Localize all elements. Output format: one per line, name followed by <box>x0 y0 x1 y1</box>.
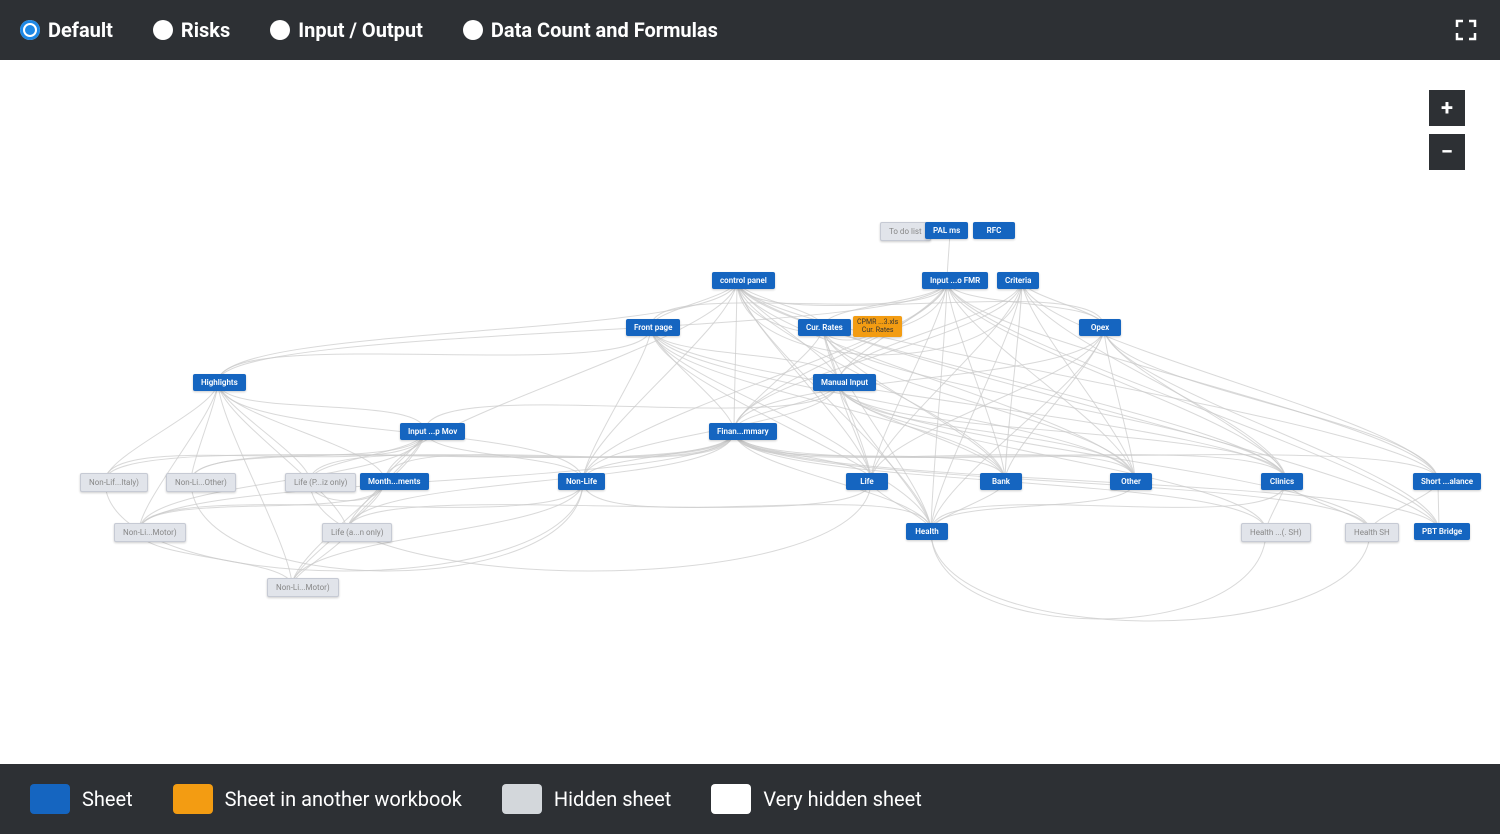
node-nonlimotor2[interactable]: Non-Li...Motor) <box>267 578 339 597</box>
legend-item-sheet: Sheet <box>30 784 133 814</box>
node-life[interactable]: Life <box>846 473 888 490</box>
zoom-in-button[interactable]: + <box>1429 90 1465 126</box>
node-currates[interactable]: Cur. Rates <box>798 319 851 336</box>
node-clinics[interactable]: Clinics <box>1261 473 1303 490</box>
node-todo[interactable]: To do list <box>880 222 931 241</box>
node-rfc[interactable]: RFC <box>973 222 1015 239</box>
node-nonlimotor[interactable]: Non-Li...Motor) <box>114 523 186 542</box>
legend-label: Sheet <box>82 787 133 811</box>
legend-label: Sheet in another workbook <box>225 787 462 811</box>
node-other[interactable]: Other <box>1110 473 1152 490</box>
view-option-label: Data Count and Formulas <box>491 18 718 42</box>
legend-item-very-hidden: Very hidden sheet <box>711 784 921 814</box>
node-highlights[interactable]: Highlights <box>193 374 246 391</box>
view-option-label: Default <box>48 18 113 42</box>
view-mode-radio-group: Default Risks Input / Output Data Count and… <box>20 18 718 42</box>
zoom-out-button[interactable]: − <box>1429 134 1465 170</box>
fullscreen-button[interactable] <box>1452 16 1480 44</box>
node-nonlfitaly[interactable]: Non-Lif...Italy) <box>80 473 148 492</box>
node-lifeponly[interactable]: Life (P...iz only) <box>285 473 356 492</box>
radio-icon <box>153 20 173 40</box>
node-monthments[interactable]: Month...ments <box>360 473 429 490</box>
node-frontpage[interactable]: Front page <box>626 319 680 336</box>
node-control[interactable]: control panel <box>712 272 775 289</box>
legend-swatch <box>502 784 542 814</box>
node-manual[interactable]: Manual Input <box>813 374 876 391</box>
view-option-default[interactable]: Default <box>20 18 113 42</box>
node-healthsh[interactable]: Health SH <box>1345 523 1399 542</box>
expand-icon <box>1454 18 1478 42</box>
radio-icon <box>463 20 483 40</box>
legend-bar: Sheet Sheet in another workbook Hidden she… <box>0 764 1500 834</box>
node-health[interactable]: Health <box>906 523 948 540</box>
view-option-label: Risks <box>181 18 230 42</box>
node-lifeonly2[interactable]: Life (a...n only) <box>322 523 392 542</box>
legend-item-hidden-s: Hidden sheet <box>502 784 671 814</box>
legend-label: Very hidden sheet <box>763 787 921 811</box>
legend-label: Hidden sheet <box>554 787 671 811</box>
node-inputmov[interactable]: Input ...p Mov <box>400 423 465 440</box>
node-shortalance[interactable]: Short ...alance <box>1413 473 1481 490</box>
diagram-canvas[interactable]: To do listPAL ms RFC control panel Input ..… <box>0 60 1500 764</box>
node-opex[interactable]: Opex <box>1079 319 1121 336</box>
radio-icon <box>20 20 40 40</box>
node-healthlsh[interactable]: Health ...(. SH) <box>1241 523 1311 542</box>
node-nonliother[interactable]: Non-Li...Other) <box>166 473 236 492</box>
view-option-risks[interactable]: Risks <box>153 18 230 42</box>
zoom-controls: + − <box>1429 90 1465 170</box>
view-option-data-count-and-formulas[interactable]: Data Count and Formulas <box>463 18 718 42</box>
legend-swatch <box>711 784 751 814</box>
node-cpmr[interactable]: CPMR ...3.xlsCur. Rates <box>853 316 902 337</box>
node-finan[interactable]: Finan...mmary <box>709 423 777 440</box>
radio-icon <box>270 20 290 40</box>
node-inputfmr[interactable]: Input ...o FMR <box>922 272 988 289</box>
legend-swatch <box>30 784 70 814</box>
node-criteria[interactable]: Criteria <box>997 272 1039 289</box>
view-option-label: Input / Output <box>298 18 423 42</box>
node-pbtbridge[interactable]: PBT Bridge <box>1414 523 1470 540</box>
edges-layer <box>0 60 1500 764</box>
view-option-input-output[interactable]: Input / Output <box>270 18 423 42</box>
legend-swatch <box>173 784 213 814</box>
node-nonlife[interactable]: Non-Life <box>558 473 605 490</box>
node-bank[interactable]: Bank <box>980 473 1022 490</box>
legend-item-external: Sheet in another workbook <box>173 784 462 814</box>
node-palms[interactable]: PAL ms <box>925 222 968 239</box>
top-toolbar: Default Risks Input / Output Data Count and… <box>0 0 1500 60</box>
